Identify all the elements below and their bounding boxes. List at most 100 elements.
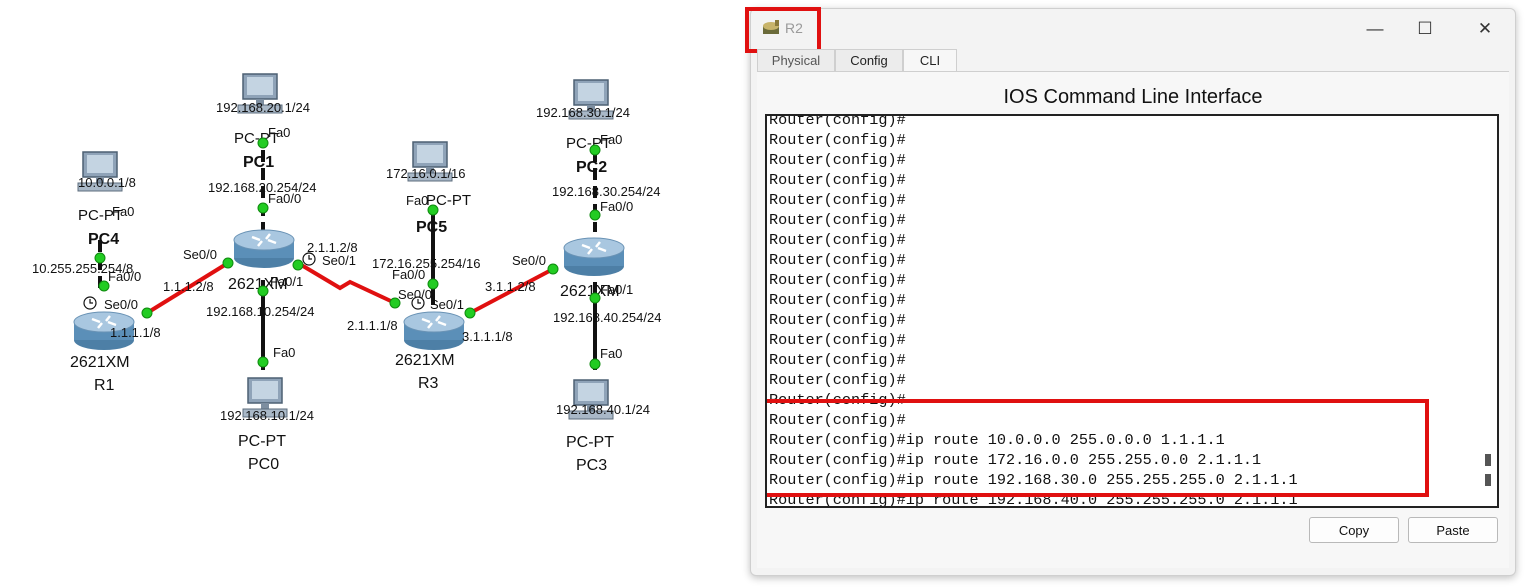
ip-label: 192.168.40.254/24: [553, 310, 661, 325]
cli-line: Router(config)#: [769, 331, 906, 349]
maximize-button[interactable]: ☐: [1405, 15, 1445, 43]
ip-label: 172.16.255.254/16: [372, 256, 480, 271]
cli-line: Router(config)#: [769, 131, 906, 149]
cli-line: Router(config)#: [769, 171, 906, 189]
cli-line: Router(config)#: [769, 411, 906, 429]
link-status-indicator: [589, 209, 601, 221]
tab-physical[interactable]: Physical: [757, 49, 835, 71]
cli-panel: IOS Command Line Interface Router(config…: [757, 71, 1509, 568]
window-titlebar[interactable]: R2 — ☐ ✕: [745, 7, 1515, 53]
port-label: Fa0: [273, 345, 295, 360]
port-label: Fa0: [600, 132, 622, 147]
title-highlight-box: [745, 7, 821, 53]
pc-ip-label: 172.16.0.1/16: [386, 166, 466, 181]
ip-label: 192.168.30.254/24: [552, 184, 660, 199]
cli-line: Router(config)#ip route 192.168.30.0 255…: [769, 471, 1298, 489]
router-cli-window: R2 — ☐ ✕ Physical Config CLI IOS Command…: [745, 7, 1516, 576]
cli-output: Router(config)# Router(config)# Router(con…: [769, 114, 1485, 506]
router-device[interactable]: [562, 236, 626, 278]
cli-line: Router(config)#: [769, 211, 906, 229]
cli-line: Router(config)#: [769, 231, 906, 249]
cli-line: Router(config)#ip route 172.16.0.0 255.2…: [769, 451, 1262, 469]
pc-model-label: PC-PT: [238, 433, 286, 450]
pc-name-label: PC4: [88, 231, 119, 248]
pc-model-label: PC-PT: [566, 434, 614, 451]
link-status-indicator: [257, 202, 269, 214]
port-label: Fa0: [268, 125, 290, 140]
ip-label: 192.168.10.254/24: [206, 304, 314, 319]
port-label: Fa0: [112, 204, 134, 219]
link-status-indicator: [222, 257, 234, 269]
link-status-indicator: [292, 259, 304, 271]
cli-line: Router(config)#: [769, 371, 906, 389]
router-name-label: R1: [94, 377, 115, 394]
port-label: Se0/1: [430, 297, 464, 312]
cli-title: IOS Command Line Interface: [1003, 86, 1263, 108]
port-label: Fa0/0: [268, 191, 301, 206]
ip-label: 3.1.1.2/8: [485, 279, 536, 294]
cli-line: Router(config)#: [769, 271, 906, 289]
router-model-label: 2621XM: [70, 354, 130, 371]
cli-line: Router(config)#ip route 10.0.0.0 255.0.0…: [769, 431, 1225, 449]
link-status-indicator: [141, 307, 153, 319]
link-status-indicator: [589, 292, 601, 304]
link-status-indicator: [589, 144, 601, 156]
port-label: Fa0/1: [270, 274, 303, 289]
pc-ip-label: 192.168.20.1/24: [216, 100, 310, 115]
router-device[interactable]: [402, 310, 466, 352]
link-status-indicator: [464, 307, 476, 319]
pc-name-label: PC1: [243, 154, 274, 171]
link-status-indicator: [589, 358, 601, 370]
pc-name-label: PC0: [248, 456, 279, 473]
pc-name-label: PC3: [576, 457, 607, 474]
link-status-indicator: [547, 263, 559, 275]
pc-ip-label: 10.0.0.1/8: [78, 175, 136, 190]
cli-line: Router(config)#: [769, 311, 906, 329]
link-status-indicator: [257, 285, 269, 297]
ip-label: 3.1.1.1/8: [462, 329, 513, 344]
topology-labels: 10.0.0.1/8PC-PTFa0PC410.255.255.254/8Fa0…: [32, 100, 661, 474]
pc-ip-label: 192.168.30.1/24: [536, 105, 630, 120]
port-label: Fa0/0: [600, 199, 633, 214]
scrollbar-mark[interactable]: [1485, 474, 1491, 486]
pc-name-label: PC5: [416, 219, 447, 236]
tab-cli[interactable]: CLI: [903, 49, 957, 73]
pc-ip-label: 192.168.40.1/24: [556, 402, 650, 417]
cli-line: Router(config)#: [769, 251, 906, 269]
network-topology: 10.0.0.1/8PC-PTFa0PC410.255.255.254/8Fa0…: [32, 73, 661, 474]
pc-ip-label: 192.168.10.1/24: [220, 408, 314, 423]
cli-line: Router(config)#: [769, 391, 906, 409]
port-label: Fa0/0: [392, 267, 425, 282]
cli-console[interactable]: Router(config)# Router(config)# Router(con…: [765, 114, 1499, 508]
port-label: Se0/0: [183, 247, 217, 262]
port-label: Fa0/0: [108, 269, 141, 284]
link-status-indicator: [427, 204, 439, 216]
cli-line: Router(config)#: [769, 291, 906, 309]
link-status-indicator: [98, 280, 110, 292]
cli-line: Router(config)#: [769, 351, 906, 369]
ip-label: 1.1.1.1/8: [110, 325, 161, 340]
close-button[interactable]: ✕: [1465, 15, 1505, 43]
paste-button[interactable]: Paste: [1408, 517, 1498, 543]
ip-label: 2.1.1.1/8: [347, 318, 398, 333]
link-status-indicator: [389, 297, 401, 309]
link-status-indicator: [257, 356, 269, 368]
port-label: Se0/0: [104, 297, 138, 312]
router-model-label: 2621XM: [395, 352, 455, 369]
link-status-indicator: [257, 137, 269, 149]
tab-config[interactable]: Config: [835, 49, 903, 71]
port-label: Fa0/1: [600, 282, 633, 297]
cli-line: Router(config)#: [769, 114, 906, 129]
link-status-indicator: [94, 252, 106, 264]
scrollbar-mark[interactable]: [1485, 454, 1491, 466]
port-label: Se0/1: [322, 253, 356, 268]
cli-line: Router(config)#: [769, 191, 906, 209]
ip-label: 1.1.1.2/8: [163, 279, 214, 294]
router-device[interactable]: [232, 228, 296, 270]
minimize-button[interactable]: —: [1355, 15, 1395, 43]
cli-line: Router(config)#: [769, 151, 906, 169]
port-label: Se0/0: [512, 253, 546, 268]
pc-name-label: PC2: [576, 159, 607, 176]
copy-button[interactable]: Copy: [1309, 517, 1399, 543]
port-label: Fa0: [600, 346, 622, 361]
